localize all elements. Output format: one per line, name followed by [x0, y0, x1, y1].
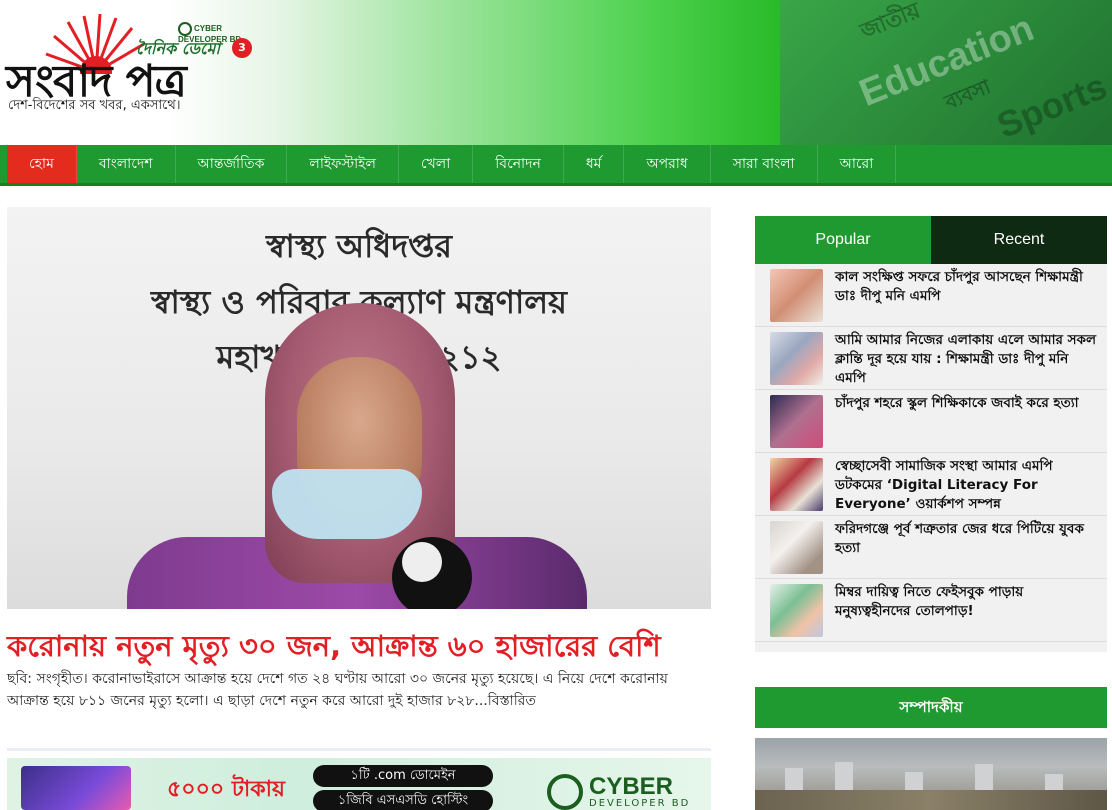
news-thumbnail [770, 584, 823, 637]
tab-popular[interactable]: Popular [755, 216, 931, 264]
news-title: কাল সংক্ষিপ্ত সফরে চাঁদপুর আসছেন শিক্ষাম… [835, 269, 1083, 304]
news-thumbnail [770, 458, 823, 511]
lead-story-summary: ছবি: সংগৃহীত। করোনাভাইরাসে আক্রান্ত হয়ে… [7, 671, 668, 709]
nav-item-bangladesh[interactable]: বাংলাদেশ [77, 145, 176, 183]
nav-item-sports[interactable]: খেলা [399, 145, 474, 183]
news-thumbnail [770, 521, 823, 574]
recent-news-list: কাল সংক্ষিপ্ত সফরে চাঁদপুর আসছেন শিক্ষাম… [755, 264, 1107, 652]
news-title: মিম্বর দায়িত্ব নিতে ফেইসবুক পাড়ায় মনু… [835, 584, 1024, 619]
lead-story-image[interactable]: স্বাস্থ্য অধিদপ্তর স্বাস্থ্য ও পরিবার কল… [7, 207, 711, 609]
read-more-link[interactable]: বিস্তারিত [488, 693, 536, 709]
list-item[interactable]: আমি আমার নিজের এলাকায় এলে আমার সকল ক্লা… [755, 327, 1107, 390]
lead-story-title[interactable]: করোনায় নতুন মৃত্যু ৩০ জন, আক্রান্ত ৬০ হ… [7, 624, 711, 673]
site-tagline: দেশ-বিদেশের সব খবর, একসাথে। [8, 98, 181, 113]
news-title: স্বেচ্ছাসেবী সামাজিক সংস্থা আমার এমপি ডট… [835, 458, 1053, 512]
site-header: জাতীয় Education ব্যবসা Sports CYBER DEV… [0, 0, 1112, 145]
nav-item-home[interactable]: হোম [7, 145, 77, 183]
nav-item-more[interactable]: আরো [818, 145, 897, 183]
editorial-section-header[interactable]: সম্পাদকীয় [755, 687, 1107, 728]
image-sign-text: স্বাস্থ্য অধিদপ্তর [266, 227, 452, 265]
section-divider [7, 748, 711, 751]
nav-item-crime[interactable]: অপরাধ [624, 145, 711, 183]
news-title: আমি আমার নিজের এলাকায় এলে আমার সকল ক্লা… [835, 332, 1097, 386]
list-item[interactable]: কাল সংক্ষিপ্ত সফরে চাঁদপুর আসছেন শিক্ষাম… [755, 264, 1107, 327]
news-title: ফরিদগঞ্জে পূর্ব শত্রুতার জের ধরে পিটিয়ে… [835, 521, 1084, 556]
ad-offer-hosting: ১জিবি এসএসডি হোস্টিং [313, 790, 493, 810]
nav-item-entertainment[interactable]: বিনোদন [473, 145, 564, 183]
ad-promo-image [21, 766, 131, 810]
main-nav: হোম বাংলাদেশ আন্তর্জাতিক লাইফস্টাইল খেলা… [0, 145, 1112, 186]
nav-item-international[interactable]: আন্তর্জাতিক [176, 145, 288, 183]
hosting-ad-banner[interactable]: ৫০০০ টাকায় ১টি .com ডোমেইন ১জিবি এসএসডি… [7, 758, 711, 810]
ad-offer-domain: ১টি .com ডোমেইন [313, 765, 493, 787]
news-title: চাঁদপুর শহরে স্কুল শিক্ষিকাকে জবাই করে হ… [835, 395, 1079, 411]
list-item[interactable]: স্বেচ্ছাসেবী সামাজিক সংস্থা আমার এমপি ডট… [755, 453, 1107, 516]
nav-item-lifestyle[interactable]: লাইফস্টাইল [287, 145, 399, 183]
ad-brand-logo: CYBER DEVELOPER BD [547, 774, 690, 810]
editorial-image[interactable] [755, 738, 1107, 810]
sidebar-tabs: Popular Recent [755, 216, 1107, 264]
logo-badge: 3 [232, 38, 252, 58]
tab-recent[interactable]: Recent [931, 216, 1107, 264]
cyber-logo-icon [547, 774, 583, 810]
nav-item-religion[interactable]: ধর্ম [564, 145, 625, 183]
list-item[interactable]: মিম্বর দায়িত্ব নিতে ফেইসবুক পাড়ায় মনু… [755, 579, 1107, 642]
ad-price: ৫০০০ টাকায় [167, 777, 285, 802]
news-thumbnail [770, 332, 823, 385]
news-thumbnail [770, 269, 823, 322]
list-item[interactable]: চাঁদপুর শহরে স্কুল শিক্ষিকাকে জবাই করে হ… [755, 390, 1107, 453]
news-thumbnail [770, 395, 823, 448]
nav-item-countrywide[interactable]: সারা বাংলা [711, 145, 818, 183]
list-item[interactable]: ফরিদগঞ্জে পূর্ব শত্রুতার জের ধরে পিটিয়ে… [755, 516, 1107, 579]
